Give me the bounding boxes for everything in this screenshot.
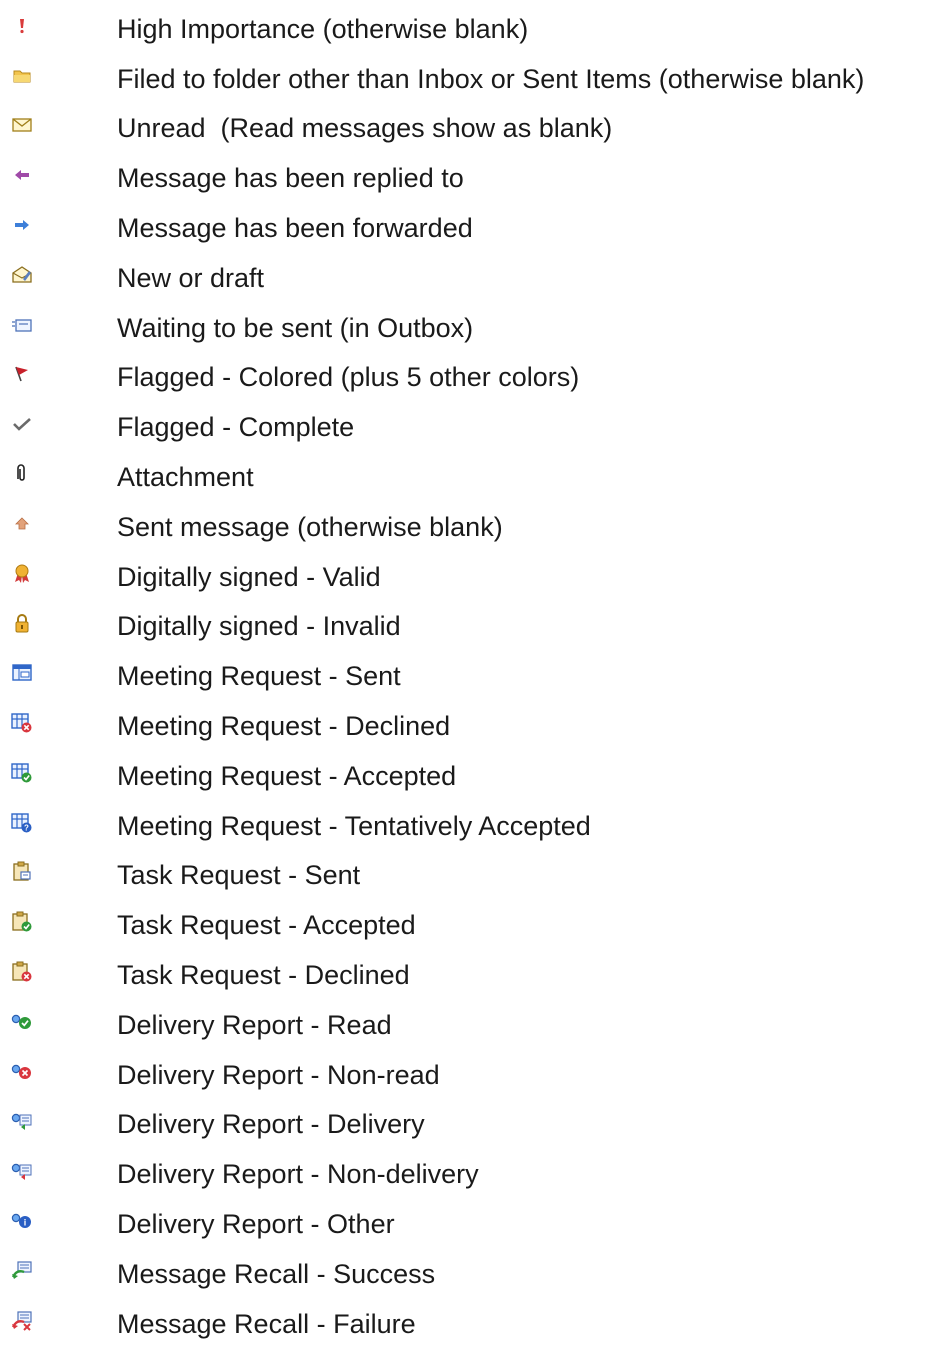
checkmark-icon [10, 412, 34, 436]
legend-row: Task Request - Accepted [0, 900, 931, 950]
legend-row: Waiting to be sent (in Outbox) [0, 303, 931, 353]
legend-label: High Importance (otherwise blank) [117, 13, 529, 44]
report-non-delivery-icon [10, 1159, 34, 1183]
flag-icon [10, 362, 34, 386]
legend-label: Meeting Request - Accepted [117, 760, 457, 791]
svg-text:i: i [24, 1218, 27, 1228]
legend-label: Digitally signed - Invalid [117, 611, 401, 642]
legend-label: Delivery Report - Other [117, 1209, 395, 1240]
legend-row: Delivery Report - Delivery [0, 1100, 931, 1150]
outbox-message-icon [10, 313, 34, 337]
draft-envelope-icon [10, 263, 34, 287]
legend-label: Flagged - Colored (plus 5 other colors) [117, 362, 580, 393]
high-importance-icon [10, 14, 34, 38]
legend-label: Digitally signed - Valid [117, 561, 381, 592]
forwarded-arrow-icon [10, 213, 34, 237]
legend-label: Unread (Read messages show as blank) [117, 113, 613, 144]
report-other-icon: i [10, 1209, 34, 1233]
report-non-read-icon [10, 1060, 34, 1084]
legend-label: Delivery Report - Non-delivery [117, 1159, 479, 1190]
legend-label: Delivery Report - Non-read [117, 1059, 440, 1090]
icon-legend: High Importance (otherwise blank) Filed … [0, 0, 931, 1349]
legend-row: Filed to folder other than Inbox or Sent… [0, 54, 931, 104]
meeting-sent-icon [10, 661, 34, 685]
recall-success-icon [10, 1259, 34, 1283]
legend-row: Message has been replied to [0, 153, 931, 203]
legend-label: Meeting Request - Declined [117, 711, 451, 742]
legend-row: ? Meeting Request - Tentatively Accepted [0, 801, 931, 851]
legend-row: Meeting Request - Sent [0, 651, 931, 701]
report-read-icon [10, 1010, 34, 1034]
legend-label: Task Request - Sent [117, 860, 361, 891]
legend-row: Delivery Report - Read [0, 1000, 931, 1050]
legend-row: New or draft [0, 253, 931, 303]
signed-invalid-icon [10, 611, 34, 635]
meeting-tentative-icon: ? [10, 811, 34, 835]
legend-label: New or draft [117, 262, 265, 293]
legend-row: Meeting Request - Accepted [0, 751, 931, 801]
task-sent-icon [10, 860, 34, 884]
meeting-declined-icon [10, 711, 34, 735]
legend-row: Task Request - Declined [0, 950, 931, 1000]
legend-label: Sent message (otherwise blank) [117, 511, 503, 542]
legend-row: Unread (Read messages show as blank) [0, 104, 931, 154]
legend-row: Digitally signed - Invalid [0, 602, 931, 652]
legend-row: Message has been forwarded [0, 203, 931, 253]
legend-label: Delivery Report - Read [117, 1009, 392, 1040]
report-delivery-icon [10, 1109, 34, 1133]
legend-row: Flagged - Colored (plus 5 other colors) [0, 353, 931, 403]
legend-row: Meeting Request - Declined [0, 701, 931, 751]
unread-envelope-icon [10, 113, 34, 137]
task-accepted-icon [10, 910, 34, 934]
legend-label: Message has been forwarded [117, 213, 473, 244]
recall-failure-icon [10, 1309, 34, 1333]
legend-label: Message Recall - Success [117, 1258, 436, 1289]
legend-row: Delivery Report - Non-delivery [0, 1149, 931, 1199]
legend-row: i Delivery Report - Other [0, 1199, 931, 1249]
legend-row: Message Recall - Success [0, 1249, 931, 1299]
legend-row: Message Recall - Failure [0, 1299, 931, 1349]
replied-arrow-icon [10, 163, 34, 187]
legend-row: Digitally signed - Valid [0, 552, 931, 602]
legend-label: Message Recall - Failure [117, 1308, 416, 1339]
legend-label: Attachment [117, 462, 254, 493]
legend-label: Meeting Request - Tentatively Accepted [117, 810, 591, 841]
folder-icon [10, 64, 34, 88]
legend-row: Delivery Report - Non-read [0, 1050, 931, 1100]
legend-label: Flagged - Complete [117, 412, 355, 443]
legend-label: Delivery Report - Delivery [117, 1109, 425, 1140]
signed-valid-icon [10, 562, 34, 586]
task-declined-icon [10, 960, 34, 984]
legend-label: Message has been replied to [117, 163, 464, 194]
legend-row: Attachment [0, 452, 931, 502]
legend-label: Task Request - Accepted [117, 910, 416, 941]
legend-row: Task Request - Sent [0, 851, 931, 901]
legend-row: Flagged - Complete [0, 402, 931, 452]
legend-label: Waiting to be sent (in Outbox) [117, 312, 474, 343]
sent-message-icon [10, 512, 34, 536]
legend-label: Task Request - Declined [117, 960, 410, 991]
legend-row: High Importance (otherwise blank) [0, 4, 931, 54]
legend-row: Sent message (otherwise blank) [0, 502, 931, 552]
legend-label: Meeting Request - Sent [117, 661, 401, 692]
paperclip-icon [10, 462, 34, 486]
meeting-accepted-icon [10, 761, 34, 785]
svg-text:?: ? [24, 823, 29, 832]
legend-label: Filed to folder other than Inbox or Sent… [117, 63, 865, 94]
